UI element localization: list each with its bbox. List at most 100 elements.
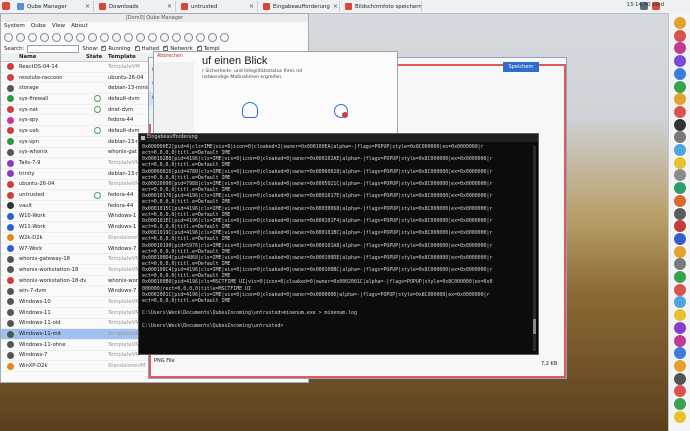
taskbar-tab[interactable]: Qube Manager ×: [14, 1, 94, 12]
cancel-link[interactable]: Abbrechen: [154, 52, 194, 62]
toolbar-button-icon[interactable]: [16, 32, 25, 42]
qube-name: storage: [19, 85, 39, 92]
toolbar-button-icon[interactable]: [112, 32, 121, 42]
toolbar-button-icon[interactable]: [88, 32, 97, 42]
dock-app-icon[interactable]: [674, 93, 686, 106]
close-icon[interactable]: ×: [333, 3, 338, 10]
toolbar-button-icon[interactable]: [196, 32, 205, 42]
dock-app-icon[interactable]: [674, 144, 686, 156]
menu-item[interactable]: View: [52, 22, 65, 30]
toolbar-button-icon[interactable]: [136, 32, 145, 42]
column-state[interactable]: State: [86, 53, 108, 61]
save-button[interactable]: Speichern: [503, 62, 539, 72]
dock-app-icon[interactable]: [674, 410, 686, 423]
tab-label: untrusted: [191, 3, 218, 10]
dock-app-icon[interactable]: [674, 271, 686, 283]
command-prompt-window[interactable]: Eingabeaufforderung 0x000000E2[pid=4|cls…: [138, 133, 539, 355]
menu-item[interactable]: About: [71, 22, 88, 30]
dock-app-icon[interactable]: [674, 372, 686, 385]
dock-app-icon[interactable]: [674, 29, 686, 42]
filter-checkbox[interactable]: Running: [101, 44, 131, 52]
toolbar-button-icon[interactable]: [184, 32, 193, 42]
menu-item[interactable]: Qube: [31, 22, 46, 30]
dock-app-icon[interactable]: [674, 17, 686, 29]
dock-app-icon[interactable]: [674, 194, 686, 207]
dock-app-icon[interactable]: [674, 42, 686, 55]
taskbar-tab[interactable]: Downloads ×: [96, 1, 176, 12]
qube-icon: [1, 95, 19, 103]
dock-app-icon[interactable]: [674, 105, 686, 118]
dock-app-icon[interactable]: [674, 131, 686, 144]
toolbar-button-icon[interactable]: [208, 32, 217, 42]
column-name[interactable]: Name: [19, 53, 86, 61]
dock-app-icon[interactable]: [674, 321, 686, 334]
toolbar-button-icon[interactable]: [160, 32, 169, 42]
dock-app-icon[interactable]: [674, 398, 686, 410]
toolbar-button-icon[interactable]: [148, 32, 157, 42]
qube-name: Tails-7-9: [19, 160, 41, 167]
close-icon[interactable]: ×: [85, 3, 90, 10]
dock-app-icon[interactable]: [674, 55, 686, 68]
dock-app-icon[interactable]: [674, 67, 686, 80]
toolbar-button-icon[interactable]: [172, 32, 181, 42]
dock-app-icon[interactable]: [674, 258, 686, 271]
console-line: 0x00010190[pid=5976|cls=IME|vis=0|icon=0…: [142, 242, 493, 249]
dock-app-icon[interactable]: [674, 385, 686, 398]
toolbar-button-icon[interactable]: [100, 32, 109, 42]
dock-app-icon[interactable]: [674, 156, 686, 169]
qube-name: Windows-11-old: [19, 320, 61, 327]
toolbar-button-icon[interactable]: [220, 32, 229, 42]
taskbar-tab[interactable]: untrusted ×: [178, 1, 258, 12]
toolbar-button-icon[interactable]: [124, 32, 133, 42]
toolbar-button-icon[interactable]: [76, 32, 85, 42]
qube-name: Windows-7: [19, 352, 48, 359]
qube-icon: [1, 159, 19, 167]
qube-name: Windows-11-mit: [19, 331, 62, 338]
qube-name: ubuntu-26-04: [19, 181, 55, 188]
dock-app-icon[interactable]: [674, 207, 686, 220]
security-dialog: Abbrechen uf einen Blick r Sicherheits- …: [153, 51, 398, 141]
dock-app-icon[interactable]: [674, 334, 686, 347]
taskbar: Qube Manager × Downloads × untrusted × Eingabe…: [0, 0, 690, 14]
state-indicator: [86, 191, 108, 199]
menu-bar: System Qube View About: [1, 22, 308, 30]
dock-app-icon[interactable]: [674, 118, 686, 131]
tab-label: Qube Manager: [27, 3, 67, 10]
qube-icon: [1, 138, 19, 146]
scroll-thumb[interactable]: [533, 319, 536, 334]
dock-app-icon[interactable]: [674, 232, 686, 245]
checkbox[interactable]: [101, 44, 106, 51]
toolbar-button-icon[interactable]: [40, 32, 49, 42]
close-icon[interactable]: ×: [249, 3, 254, 10]
checkbox[interactable]: [134, 44, 140, 51]
dock-app-icon[interactable]: [674, 283, 686, 296]
launcher-icon[interactable]: [2, 2, 10, 10]
dock-app-icon[interactable]: [674, 309, 686, 322]
dock-app-icon[interactable]: [674, 182, 686, 195]
qube-name: vault: [19, 202, 33, 209]
qube-name: sys-spy: [19, 117, 39, 124]
toolbar-button-icon[interactable]: [64, 32, 73, 42]
toolbar-button-icon[interactable]: [52, 32, 61, 42]
close-icon[interactable]: ×: [167, 3, 172, 10]
toolbar-button-icon[interactable]: [4, 32, 13, 42]
console-line: 0x000100B0[pid=4196|cls=MSCTFIME UI|vis=…: [142, 279, 493, 286]
qube-name: WinXP-D2k: [19, 363, 48, 370]
dock-app-icon[interactable]: [674, 296, 686, 309]
taskbar-tab[interactable]: Eingabeaufforderung ×: [260, 1, 340, 12]
dock-app-icon[interactable]: [674, 245, 686, 258]
qube-name: win-7-dvm: [19, 288, 47, 295]
error-icon: [342, 112, 348, 118]
dock-app-icon[interactable]: [674, 169, 686, 182]
dock-app-icon[interactable]: [674, 359, 686, 372]
qube-icon: [1, 223, 19, 231]
dock-app-icon[interactable]: [674, 220, 686, 233]
search-input[interactable]: [27, 44, 80, 53]
toolbar-button-icon[interactable]: [28, 32, 37, 42]
dock-app-icon[interactable]: [674, 347, 686, 360]
menu-item[interactable]: System: [4, 22, 25, 30]
taskbar-tab[interactable]: Bildschirmfoto speichern...×: [342, 1, 422, 12]
qube-icon: [1, 330, 19, 338]
window-title: [Dom0] Qube Manager: [1, 14, 308, 22]
dock-app-icon[interactable]: [674, 80, 686, 93]
